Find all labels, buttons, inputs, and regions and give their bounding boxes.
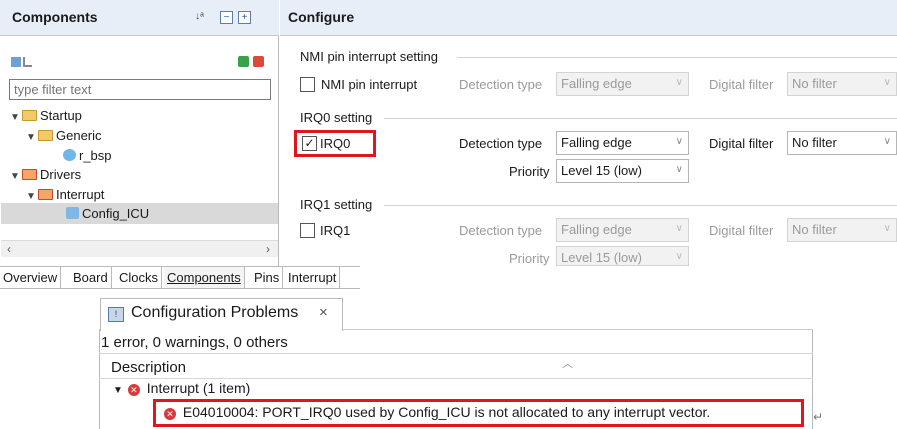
tab-clocks[interactable]: Clocks: [116, 267, 163, 288]
irq0-priority-label: Priority: [509, 164, 550, 179]
irq1-detection-label: Detection type: [459, 223, 543, 238]
tree-hier-icon[interactable]: [23, 57, 32, 67]
description-column-header[interactable]: Description: [111, 359, 186, 376]
irq1-checkbox-label: IRQ1: [320, 223, 351, 238]
tab-overview[interactable]: Overview: [0, 267, 62, 288]
chevron-down-icon[interactable]: ▼: [113, 385, 123, 396]
tree-item-startup[interactable]: ▼ Startup: [10, 106, 82, 125]
tree-view-toggle-icons[interactable]: [11, 55, 33, 69]
irq1-filter-label: Digital filter: [709, 223, 774, 238]
editor-tabs: Overview Board Clocks Components Pins In…: [0, 266, 360, 289]
chevron-down-icon: ∨: [675, 251, 683, 262]
tab-interrupt[interactable]: Interrupt: [285, 267, 341, 288]
nmi-detection-select[interactable]: Falling edge ∨: [556, 72, 689, 96]
group-divider: [384, 118, 897, 119]
close-icon[interactable]: ×: [319, 304, 328, 321]
sort-alpha-icon[interactable]: ↓ᵃ: [193, 10, 206, 23]
nmi-checkbox[interactable]: [300, 77, 315, 92]
chevron-down-icon: ∨: [883, 77, 891, 88]
group-divider: [457, 57, 897, 58]
scroll-left-icon[interactable]: ‹: [7, 242, 11, 256]
remove-component-icon[interactable]: [253, 56, 264, 67]
config-component-icon: [66, 207, 79, 219]
problem-group-row[interactable]: ▼ ✕ Interrupt (1 item): [113, 380, 250, 396]
problems-view-icon: !: [108, 307, 124, 322]
irq0-detection-label: Detection type: [459, 136, 543, 151]
folder-icon: [38, 130, 53, 141]
irq0-filter-label: Digital filter: [709, 136, 774, 151]
add-component-icon[interactable]: [238, 56, 249, 67]
problems-summary: 1 error, 0 warnings, 0 others: [101, 334, 288, 351]
component-toolbar: [238, 55, 268, 69]
tree-item-drivers[interactable]: ▼ Drivers: [10, 165, 81, 184]
error-icon: ✕: [127, 384, 140, 396]
irq0-priority-select[interactable]: Level 15 (low) ∨: [556, 159, 689, 183]
nmi-detection-label: Detection type: [459, 77, 543, 92]
irq0-checkbox[interactable]: ✓: [302, 136, 317, 151]
chevron-down-icon[interactable]: ▼: [10, 167, 22, 186]
problem-error-row[interactable]: ✕ E04010004: PORT_IRQ0 used by Config_IC…: [164, 404, 710, 420]
tab-board[interactable]: Board: [70, 267, 112, 288]
irq1-checkbox[interactable]: [300, 223, 315, 238]
component-filter-input[interactable]: [9, 79, 271, 100]
chevron-down-icon: ∨: [675, 136, 683, 147]
irq1-group-title: IRQ1 setting: [300, 197, 373, 212]
sort-caret-icon: ︿: [562, 358, 573, 370]
irq1-detection-select[interactable]: Falling edge ∨: [556, 218, 689, 242]
tree-item-interrupt[interactable]: ▼ Interrupt: [26, 185, 104, 204]
error-message: E04010004: PORT_IRQ0 used by Config_ICU …: [182, 404, 711, 420]
irq1-priority-label: Priority: [509, 251, 550, 266]
chevron-down-icon: ∨: [675, 223, 683, 234]
nmi-filter-label: Digital filter: [709, 77, 774, 92]
irq0-filter-select[interactable]: No filter ∨: [787, 131, 897, 155]
problems-tab-label: Configuration Problems: [131, 304, 299, 321]
chevron-down-icon: ∨: [883, 223, 891, 234]
collapse-all-icon[interactable]: −: [220, 11, 233, 24]
chevron-down-icon[interactable]: ▼: [10, 108, 22, 127]
error-icon: ✕: [164, 408, 176, 420]
component-icon: [63, 149, 76, 161]
nmi-group-title: NMI pin interrupt setting: [300, 49, 439, 64]
irq0-detection-select[interactable]: Falling edge ∨: [556, 131, 689, 155]
summary-divider: [99, 353, 813, 354]
folder-icon: [22, 169, 37, 180]
horizontal-scrollbar[interactable]: ‹ ›: [1, 240, 278, 257]
irq1-filter-select[interactable]: No filter ∨: [787, 218, 897, 242]
expand-all-icon[interactable]: +: [238, 11, 251, 24]
tree-item-config-icu[interactable]: Config_ICU: [66, 204, 149, 223]
chevron-down-icon: ∨: [675, 164, 683, 175]
chevron-down-icon: ∨: [883, 136, 891, 147]
scroll-right-icon[interactable]: ›: [266, 242, 270, 256]
chevron-down-icon: ∨: [675, 77, 683, 88]
return-mark-icon: ↵: [813, 410, 824, 424]
nmi-checkbox-label: NMI pin interrupt: [321, 77, 418, 92]
tab-pins[interactable]: Pins: [251, 267, 284, 288]
header-divider: [99, 378, 813, 379]
folder-icon: [38, 189, 53, 200]
tree-item-generic[interactable]: ▼ Generic: [26, 126, 102, 145]
configure-title: Configure: [288, 9, 355, 25]
nmi-filter-select[interactable]: No filter ∨: [787, 72, 897, 96]
irq0-group-title: IRQ0 setting: [300, 110, 373, 125]
tab-components[interactable]: Components: [164, 267, 245, 288]
chevron-down-icon[interactable]: ▼: [26, 187, 38, 206]
problem-group-label: Interrupt (1 item): [146, 380, 251, 396]
tree-list-icon[interactable]: [11, 57, 21, 67]
configure-header: [280, 0, 897, 36]
chevron-down-icon[interactable]: ▼: [26, 128, 38, 147]
components-title: Components: [12, 9, 98, 25]
group-divider: [384, 205, 897, 206]
irq0-checkbox-label: IRQ0: [320, 136, 351, 151]
tree-item-r-bsp[interactable]: r_bsp: [63, 146, 112, 165]
irq1-priority-select[interactable]: Level 15 (low) ∨: [556, 246, 689, 266]
folder-icon: [22, 110, 37, 121]
